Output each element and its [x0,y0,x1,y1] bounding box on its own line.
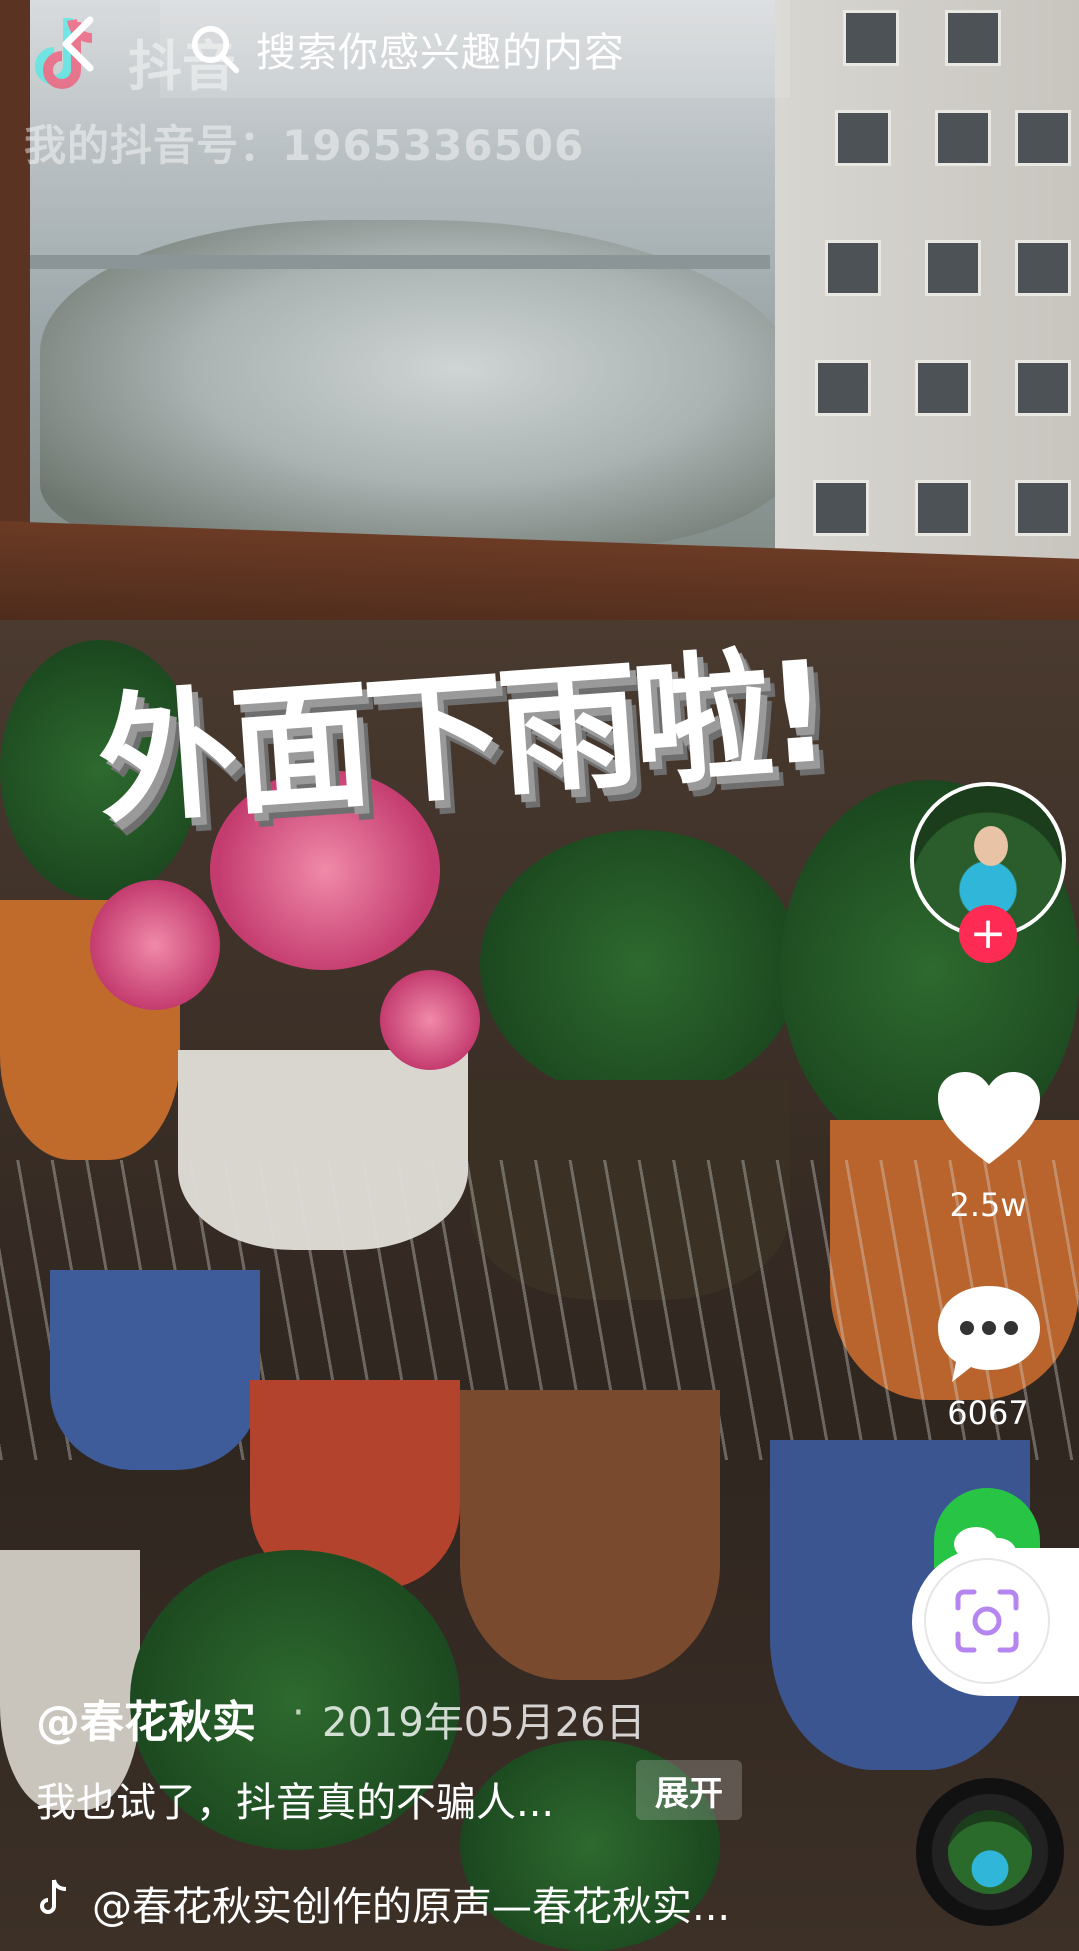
scan-panel[interactable] [912,1548,1079,1696]
music-note-icon [40,1879,67,1914]
post-date: 2019年05月26日 [322,1700,646,1746]
scan-button[interactable] [924,1558,1050,1684]
video-frame[interactable] [0,0,1079,1951]
search-placeholder: 搜索你感兴趣的内容 [256,30,625,76]
music-disc[interactable] [916,1778,1064,1926]
comment-icon[interactable] [934,1282,1044,1386]
top-bar: 抖音 搜索你感兴趣的内容 [0,0,1079,110]
plus-icon: + [969,908,1007,959]
back-button[interactable] [48,14,108,74]
scan-icon [955,1589,1019,1653]
separator-dot: · [292,1690,305,1736]
post-caption: 我也试了，抖音真的不骗人... [36,1780,555,1826]
heart-icon[interactable] [934,1068,1044,1168]
bridge [30,255,770,269]
search-icon [191,25,240,74]
river-view [40,220,800,550]
comment-count: 6067 [947,1394,1029,1432]
douyin-id-watermark: 我的抖音号：1965336506 [24,121,585,170]
author-name[interactable]: @春花秋实 [36,1686,256,1750]
search-bar[interactable]: 搜索你感兴趣的内容 [160,0,790,98]
music-cover-image [948,1810,1032,1894]
expand-button[interactable]: 展开 [636,1760,742,1820]
chevron-left-icon [62,16,94,72]
music-title[interactable]: @春花秋实创作的原声—春花秋实... [92,1874,730,1932]
follow-button[interactable]: + [959,905,1017,963]
like-count: 2.5w [949,1186,1027,1224]
